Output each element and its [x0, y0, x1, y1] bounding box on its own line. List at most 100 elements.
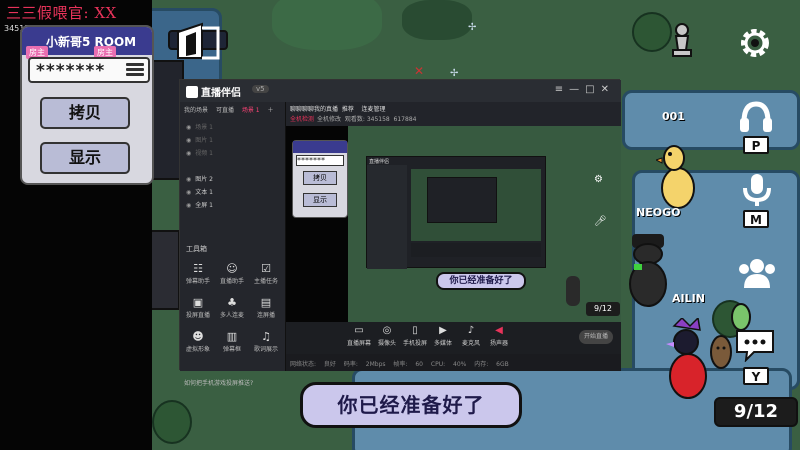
player-character-dark[interactable] — [626, 232, 670, 308]
scene-item[interactable]: ◉ 文本 1 — [186, 187, 213, 196]
streaming-app-window[interactable]: 直播伴侣 v5 ≡—□✕ 我的场景 可直播 场景 1 ＋ ◉ 场景 1 ◉ 图片 1… — [179, 79, 621, 387]
preview-subtitle: 你已经准备好了 — [436, 272, 526, 290]
copy-button[interactable]: 拷贝 — [40, 97, 130, 129]
control-phone-cast[interactable]: ▯ 手机投屏 — [402, 325, 428, 347]
control-mic[interactable]: ♪ 麦克风 — [458, 325, 484, 347]
avatar-icon: ☻ — [192, 330, 204, 343]
toolbox-header: 工具箱 — [186, 245, 207, 253]
stream-stats: 全机检测 全机修改 观看数: 345158 617884 — [290, 116, 417, 123]
cast-icon: ▣ — [192, 296, 204, 309]
scene-item[interactable]: ◉ 图片 1 — [186, 135, 213, 144]
sparkle-icon: ✢ — [468, 22, 477, 33]
speaker-icon: ◀ — [495, 325, 503, 336]
player-count: 9/12 — [714, 397, 798, 427]
task-icon: ☑ — [261, 262, 271, 275]
tool-cast[interactable]: ▣ 投屏直播 — [182, 296, 214, 319]
mic-icon: ♪ — [467, 325, 475, 336]
potato-character[interactable] — [710, 330, 732, 370]
screen-icon: ▭ — [354, 325, 364, 336]
room-password-field[interactable]: ******* — [28, 57, 150, 83]
chip-mic-manage[interactable]: 连麦管理 — [362, 106, 386, 113]
show-button[interactable]: 显示 — [40, 142, 130, 174]
app-topbar: 聊聊聊聊我的真播 推荐 连麦管理 全机检测 全机修改 观看数: 345158 61… — [286, 102, 621, 126]
camera-icon: ◎ — [382, 325, 392, 336]
app-titlebar: 直播伴侣 v5 ≡—□✕ — [180, 80, 621, 102]
close-icon[interactable]: ✕ — [601, 84, 615, 95]
scene-item[interactable]: ◉ 图片 2 — [186, 174, 213, 183]
nested-app-window: 直播伴侣 — [366, 156, 546, 269]
eye-icon[interactable]: ◉ — [186, 176, 191, 183]
scene-item[interactable]: ◉ 全屏 1 — [186, 200, 213, 209]
eye-icon[interactable]: ◉ — [186, 124, 191, 131]
minimize-icon[interactable]: — — [569, 84, 585, 95]
user-icon: ☺ — [226, 262, 238, 275]
control-camera[interactable]: ◎ 摄像头 — [374, 325, 400, 347]
duck-character-purple[interactable] — [664, 318, 710, 402]
status-subtitle: 你已经准备好了 — [300, 382, 522, 428]
eye-icon[interactable]: ◉ — [186, 137, 191, 144]
app-controls-bar: ▭ 直播屏幕 ◎ 摄像头 ▯ 手机投屏 ▶ 多媒体 ♪ 麦克风 ◀ 扬声器 开始直播 — [286, 322, 621, 354]
app-version-badge: v5 — [252, 85, 269, 93]
eye-icon[interactable]: ◉ — [186, 189, 191, 196]
tool-multi-mic[interactable]: ♣ 多人连麦 — [216, 296, 248, 319]
sparkle-icon: ✢ — [450, 68, 459, 79]
password-text: ******* — [36, 61, 106, 81]
eye-icon[interactable]: ◉ — [186, 202, 191, 209]
window-controls[interactable]: ≡—□✕ — [555, 84, 615, 95]
door-icon[interactable] — [174, 22, 224, 62]
people-icon: ♣ — [227, 296, 237, 309]
control-speaker[interactable]: ◀ 扬声器 — [486, 325, 512, 347]
chip-recommend[interactable]: 推荐 — [342, 106, 354, 113]
add-tab-icon[interactable]: ＋ — [268, 107, 274, 114]
preview-character — [566, 276, 580, 306]
egg-character-green[interactable] — [730, 300, 752, 332]
eye-icon[interactable]: ◉ — [186, 150, 191, 157]
player-name-neogo: NEOGO — [636, 206, 681, 219]
marquee-text: 三三假喂官: XX — [6, 4, 117, 22]
tool-avatar[interactable]: ☻ 虚拟形象 — [182, 330, 214, 353]
help-link[interactable]: 如何把手机游戏投屏推送? — [184, 378, 253, 387]
tab-live[interactable]: 可直播 — [216, 107, 234, 114]
chat-key-label: Y — [743, 367, 769, 385]
pawn-icon[interactable] — [670, 22, 694, 58]
mic-key-label: M — [743, 210, 769, 228]
player-name-ailin: AILIN — [672, 292, 705, 305]
tool-anchor-task[interactable]: ☑ 主播任务 — [250, 262, 282, 285]
tool-danmaku-box[interactable]: ▥ 弹幕框 — [216, 330, 248, 353]
start-live-button[interactable]: 开始直播 — [579, 330, 613, 344]
tool-lyrics[interactable]: ♫ 歌词展示 — [250, 330, 282, 353]
scene-item[interactable]: ◉ 视频 1 — [186, 148, 213, 157]
microphone-icon[interactable] — [740, 172, 774, 208]
chat-bubble-icon[interactable] — [734, 328, 776, 362]
viewer-count: 345158 — [366, 116, 390, 123]
phone-icon: ▯ — [412, 325, 418, 336]
menu-icon[interactable]: ≡ — [555, 84, 569, 95]
headphones-key-label: P — [743, 136, 769, 154]
microphone-icon: 🎤︎ — [594, 216, 607, 227]
chat-icon: ☷ — [193, 262, 203, 275]
tab-scene-1[interactable]: 场景 1 — [242, 107, 260, 114]
media-icon: ▶ — [439, 325, 447, 336]
control-media[interactable]: ▶ 多媒体 — [430, 325, 456, 347]
app-logo: 直播伴侣 — [186, 84, 241, 99]
headphones-icon[interactable] — [738, 100, 774, 134]
menu-icon[interactable] — [126, 63, 144, 77]
tool-live-helper[interactable]: ☺ 直播助手 — [216, 262, 248, 285]
preview-player-count: 9/12 — [586, 302, 620, 316]
duck-character-yellow[interactable] — [656, 140, 696, 210]
scene-item[interactable]: ◉ 场景 1 — [186, 122, 213, 131]
x-marker-icon: ✕ — [414, 64, 425, 78]
maximize-icon[interactable]: □ — [585, 84, 600, 95]
control-screen[interactable]: ▭ 直播屏幕 — [346, 325, 372, 347]
room-info-panel: 小新哥5 ROOM 房主 房主 ******* 拷贝 显示 — [20, 25, 154, 185]
box-icon: ▥ — [226, 330, 238, 343]
tab-my-scenes[interactable]: 我的场景 — [184, 107, 208, 114]
tool-danmaku-helper[interactable]: ☷ 弹幕助手 — [182, 262, 214, 285]
players-icon[interactable] — [736, 256, 778, 290]
gear-icon[interactable] — [738, 26, 772, 60]
tool-screen[interactable]: ▤ 连屏播 — [250, 296, 282, 319]
sidebar-tabs: 我的场景 可直播 场景 1 ＋ — [184, 105, 284, 114]
stream-preview[interactable]: ******* 拷贝 显示 直播伴侣 你已经准备好了 9/12 ⚙ 🎤︎ — [286, 126, 621, 322]
stream-title: 聊聊聊聊我的真播 推荐 连麦管理 — [290, 106, 386, 113]
app-status-bar: 网络状态: 良好 码率: 2Mbps 帧率: 60 CPU: 40% 内存: 6… — [286, 354, 621, 371]
